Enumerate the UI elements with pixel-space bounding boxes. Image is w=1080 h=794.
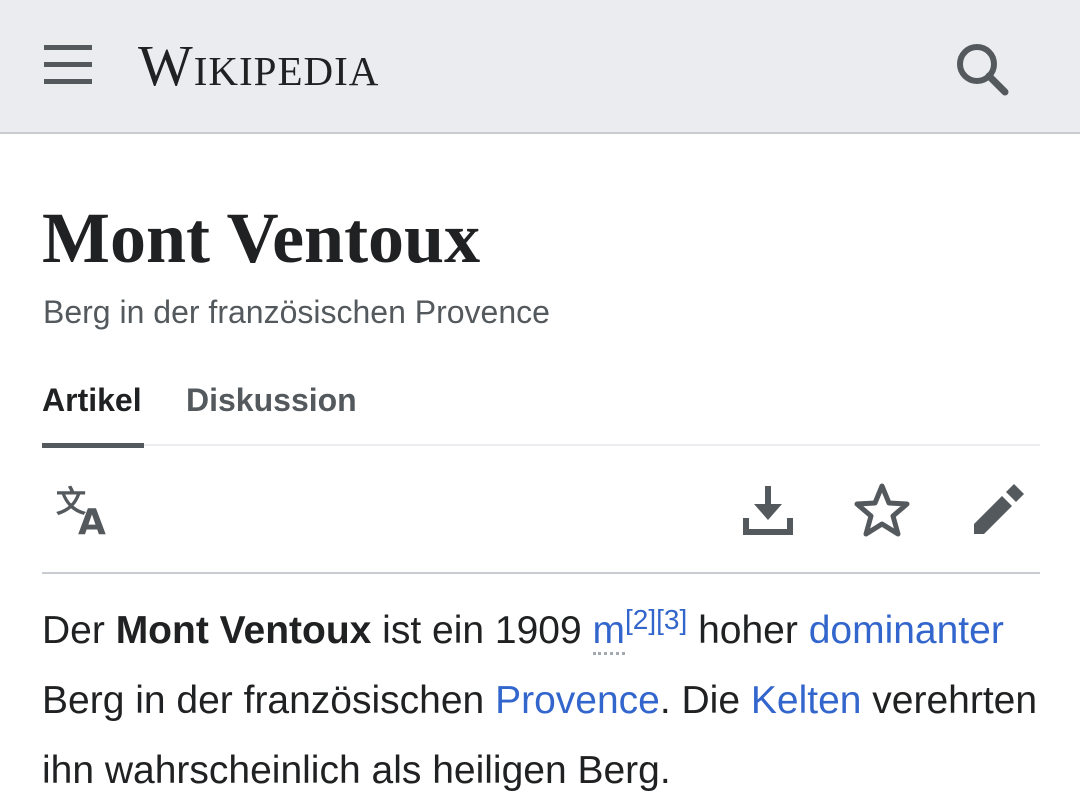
menu-line xyxy=(44,79,92,84)
lead-text: ist ein 1909 xyxy=(371,609,593,652)
tab-discussion[interactable]: Diskussion xyxy=(186,378,357,446)
page-description: Berg in der französischen Provence xyxy=(43,294,550,330)
pencil-edit-icon[interactable] xyxy=(964,476,1032,544)
lead-text: . Die xyxy=(659,679,751,722)
link-provence[interactable]: Provence xyxy=(495,679,660,722)
link-kelten[interactable]: Kelten xyxy=(751,679,862,722)
svg-text:A: A xyxy=(78,502,106,543)
star-outline-icon[interactable] xyxy=(848,476,916,544)
article-lead-paragraph: Der Mont Ventoux ist ein 1909 m[2][3] ho… xyxy=(42,596,1042,794)
download-icon[interactable] xyxy=(734,476,802,544)
page-actions-toolbar: 文 A xyxy=(42,446,1040,574)
menu-line xyxy=(44,62,92,67)
link-meter[interactable]: m xyxy=(592,609,625,655)
hamburger-menu-icon[interactable] xyxy=(40,42,96,90)
tab-article[interactable]: Artikel xyxy=(42,378,144,448)
lead-bold-title: Mont Ventoux xyxy=(115,609,372,652)
search-icon[interactable] xyxy=(950,38,1014,98)
reference-3[interactable]: [3] xyxy=(656,604,687,635)
language-translate-icon[interactable]: 文 A xyxy=(50,476,118,544)
reference-2[interactable]: [2] xyxy=(625,604,656,635)
page-title: Mont Ventoux xyxy=(42,198,481,278)
lead-text: hoher xyxy=(687,609,809,652)
lead-text: Der xyxy=(42,609,116,652)
page-tabs: Artikel Diskussion xyxy=(42,378,1040,448)
lead-text: Berg in der französischen xyxy=(42,679,496,722)
menu-line xyxy=(44,45,92,50)
header-bar: Wikipedia xyxy=(0,0,1080,134)
wikipedia-wordmark[interactable]: Wikipedia xyxy=(138,36,379,96)
link-dominanter[interactable]: dominanter xyxy=(809,609,1004,652)
